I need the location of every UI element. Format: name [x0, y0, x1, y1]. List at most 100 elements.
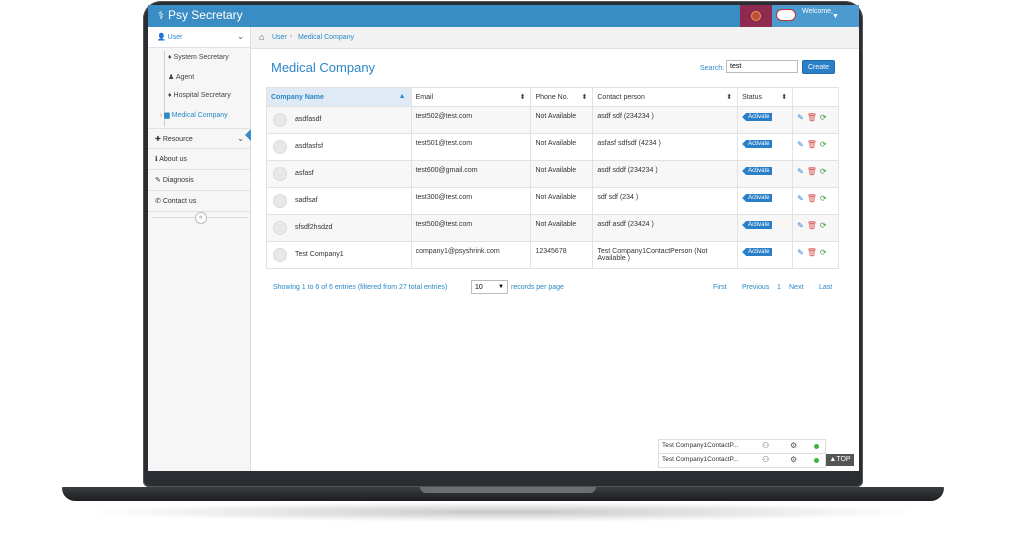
column-company-name[interactable]: Company Name ▲ [266, 87, 412, 107]
refresh-icon[interactable]: ⟳ [820, 113, 827, 122]
pager-previous[interactable]: Previous [742, 284, 769, 291]
column-contact[interactable]: Contact person ⬍ [592, 87, 739, 107]
cell-company: asdfasfsf [266, 133, 412, 161]
sidebar-item-diagnosis[interactable]: ✎ Diagnosis [148, 170, 250, 191]
welcome-text: Welcome, [802, 8, 833, 15]
chat-contact-name: Test Company1ContactP... [662, 442, 739, 449]
search-input[interactable] [726, 60, 798, 73]
status-badge[interactable]: Activate [742, 113, 773, 121]
sidebar-item-hospital-secretary[interactable]: ♦ Hospital Secretary [168, 92, 231, 99]
column-status[interactable]: Status ⬍ [737, 87, 794, 107]
edit-icon[interactable]: ✎ [797, 194, 804, 203]
cell-contact: asdf asdf (23424 ) [592, 214, 739, 242]
sidebar-item-system-secretary[interactable]: ♦ System Secretary [168, 54, 229, 61]
edit-icon[interactable]: ✎ [797, 221, 804, 230]
refresh-icon[interactable]: ⟳ [820, 167, 827, 176]
column-label: Contact person [597, 93, 645, 101]
status-badge[interactable]: Activate [742, 194, 773, 202]
pager-next[interactable]: Next [789, 284, 803, 291]
cell-contact: asdf sddf (234234 ) [592, 160, 739, 188]
brand-name: Psy Secretary [167, 8, 243, 22]
company-avatar [273, 248, 287, 262]
refresh-icon[interactable]: ⟳ [820, 194, 827, 203]
refresh-icon[interactable]: ⟳ [820, 221, 827, 230]
sidebar-item-label: Resource [162, 136, 193, 143]
cell-contact: Test Company1ContactPerson (Not Availabl… [592, 241, 739, 269]
breadcrumb-separator: › [290, 33, 293, 40]
sidebar-item-label: System Secretary [173, 54, 229, 61]
delete-icon[interactable]: 🗑 [807, 113, 817, 122]
cell-status: Activate [737, 133, 794, 161]
flag-icon [751, 11, 761, 21]
delete-icon[interactable]: 🗑 [807, 248, 817, 257]
chevron-down-icon: ⌄ [237, 134, 244, 143]
cell-email: test600@gmail.com [410, 160, 532, 188]
person-icon: ♦ [168, 54, 172, 61]
online-status-icon [814, 458, 819, 463]
sort-icon: ⬍ [781, 94, 788, 101]
user-menu[interactable]: Welcome, ▼ [772, 5, 859, 27]
chat-contact-name: Test Company1ContactP... [662, 456, 739, 463]
edit-icon[interactable]: ✎ [797, 167, 804, 176]
status-badge[interactable]: Activate [742, 248, 773, 256]
back-to-top-button[interactable]: ▲TOP [826, 454, 854, 466]
sidebar-item-agent[interactable]: ♟ Agent [168, 73, 194, 81]
edit-icon[interactable]: ✎ [797, 113, 804, 122]
pager-last[interactable]: Last [819, 284, 832, 291]
status-badge[interactable]: Activate [742, 167, 773, 175]
sidebar-item-user[interactable]: 👤 User ⌄ [148, 27, 250, 48]
breadcrumb-current: Medical Company [298, 34, 355, 41]
sidebar-item-label: Hospital Secretary [173, 92, 231, 99]
delete-icon[interactable]: 🗑 [807, 194, 817, 203]
sidebar-item-medical-company[interactable]: › ▆ Medical Company [160, 111, 228, 119]
sidebar-item-about[interactable]: ℹ About us [148, 149, 250, 170]
breadcrumb-user[interactable]: User [272, 34, 287, 41]
gear-icon[interactable]: ⚙ [790, 455, 797, 464]
page-size-select[interactable]: 10 ▼ [471, 280, 508, 294]
sidebar-item-resource[interactable]: ✚ Resource ⌄ [148, 128, 250, 149]
refresh-icon[interactable]: ⟳ [820, 140, 827, 149]
sort-icon: ⬍ [581, 94, 588, 101]
status-badge[interactable]: Activate [742, 140, 773, 148]
cell-email: company1@psyshrink.com [410, 241, 532, 269]
sidebar-item-contact[interactable]: ✆ Contact us [148, 191, 250, 212]
pager-current[interactable]: 1 [777, 284, 781, 291]
delete-icon[interactable]: 🗑 [807, 221, 817, 230]
delete-icon[interactable]: 🗑 [807, 140, 817, 149]
cell-contact: asfasf sdfsdf (4234 ) [592, 133, 739, 161]
chat-item[interactable]: Test Company1ContactP... ⚇ ⚙ [658, 453, 826, 468]
edit-icon[interactable]: ✎ [797, 248, 804, 257]
home-icon[interactable]: ⌂ [259, 32, 264, 42]
cell-company: Test Company1 [266, 241, 412, 269]
table-row: sadfsaf test300@test.com Not Available sdf … [266, 187, 839, 215]
column-phone[interactable]: Phone No. ⬍ [530, 87, 594, 107]
person-icon: ♦ [168, 92, 172, 99]
cell-contact: asdf sdf (234234 ) [592, 106, 739, 134]
cell-email: test501@test.com [410, 133, 532, 161]
app-screen: ⚕ Psy Secretary Welcome, ▼ 👤 User ⌄ ♦ Sy… [148, 5, 859, 471]
brand[interactable]: ⚕ Psy Secretary [158, 8, 243, 22]
company-avatar [273, 140, 287, 154]
cell-company: sfsdf2hsdzd [266, 214, 412, 242]
table-row: asdfasdf test502@test.com Not Available asd… [266, 106, 839, 134]
sidebar-item-label: Diagnosis [162, 177, 194, 184]
sort-asc-icon: ▲ [398, 93, 406, 100]
language-flag[interactable] [740, 5, 772, 27]
status-badge[interactable]: Activate [742, 221, 773, 229]
delete-icon[interactable]: 🗑 [807, 167, 817, 176]
user-icon[interactable]: ⚇ [762, 455, 769, 464]
chat-item[interactable]: Test Company1ContactP... ⚇ ⚙ [658, 439, 826, 453]
laptop-notch [420, 487, 596, 493]
gear-icon[interactable]: ⚙ [790, 441, 797, 450]
create-button[interactable]: Create [802, 60, 835, 74]
edit-icon[interactable]: ✎ [797, 140, 804, 149]
column-email[interactable]: Email ⬍ [410, 87, 532, 107]
caret-down-icon: ▼ [498, 284, 504, 290]
user-icon[interactable]: ⚇ [762, 441, 769, 450]
online-status-icon [814, 444, 819, 449]
table-row: asdfasfsf test501@test.com Not Available as… [266, 133, 839, 161]
collapse-sidebar-button[interactable]: « [195, 212, 207, 224]
cell-email: test502@test.com [410, 106, 532, 134]
pager-first[interactable]: First [713, 284, 727, 291]
refresh-icon[interactable]: ⟳ [820, 248, 827, 257]
